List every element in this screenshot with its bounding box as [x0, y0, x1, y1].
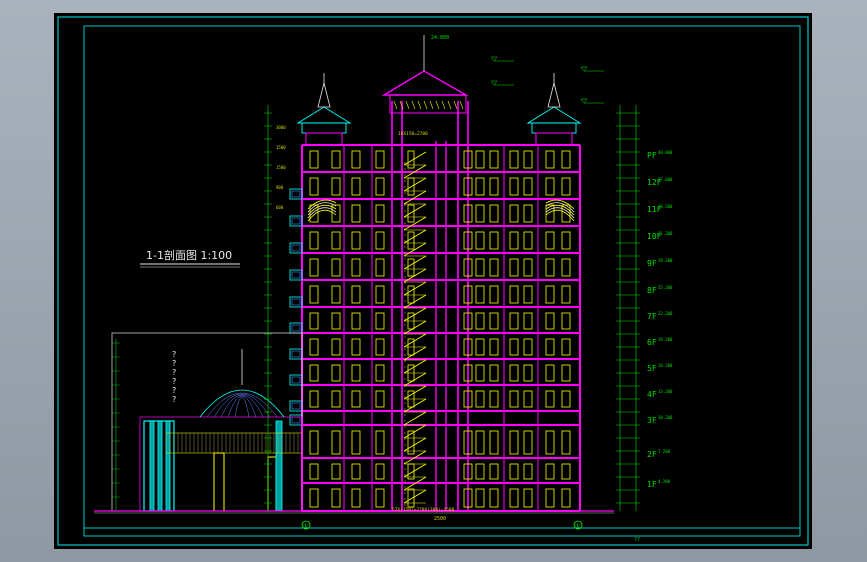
- svg-text:31.200: 31.200: [658, 231, 673, 236]
- svg-text:25.200: 25.200: [658, 285, 673, 290]
- svg-text:5F: 5F: [647, 364, 657, 373]
- scale-mark: ??: [634, 537, 640, 543]
- axis-left-label: ①: [303, 523, 308, 530]
- stair-note-bottom: 57X(150)+270X(300)=1500: [392, 507, 455, 513]
- svg-text:1F: 1F: [647, 480, 657, 489]
- annex-marks: ? ? ? ? ? ?: [172, 350, 176, 404]
- drawing-title: 1-1剖面图 1:100: [146, 248, 232, 262]
- svg-text:?: ?: [172, 359, 176, 368]
- axis-right-label: ①: [575, 523, 580, 530]
- svg-text:28.200: 28.200: [658, 258, 673, 263]
- svg-text:4.200: 4.200: [658, 479, 671, 484]
- svg-text:1500: 1500: [276, 145, 286, 150]
- svg-text:1500: 1500: [276, 165, 286, 170]
- bottom-dimension: 2500: [434, 516, 446, 522]
- svg-text:34.500: 34.500: [658, 204, 673, 209]
- svg-text:16.200: 16.200: [658, 363, 673, 368]
- svg-text:7F: 7F: [647, 312, 657, 321]
- svg-text:3000: 3000: [276, 125, 286, 130]
- svg-text:?: ?: [172, 368, 176, 377]
- svg-text:22.200: 22.200: [658, 311, 673, 316]
- svg-text:19.200: 19.200: [658, 337, 673, 342]
- svg-text:9F: 9F: [647, 259, 657, 268]
- svg-text:13.200: 13.200: [658, 389, 673, 394]
- svg-text:?: ?: [172, 350, 176, 359]
- svg-text:PF: PF: [647, 151, 657, 160]
- svg-text:?: ?: [172, 386, 176, 395]
- roof-elevation: 24.800: [431, 35, 449, 41]
- svg-text:900: 900: [276, 185, 284, 190]
- svg-text:?: ?: [172, 377, 176, 386]
- svg-text:4F: 4F: [647, 390, 657, 399]
- section-drawing: 1-1剖面图 1:100 ① ① 2500 57X(150)+270X(300)…: [57, 16, 809, 546]
- left-dims: 3000 1500 1500 900 600: [276, 125, 286, 210]
- drawing-canvas[interactable]: 1-1剖面图 1:100 ① ① 2500 57X(150)+270X(300)…: [54, 13, 812, 549]
- building-section: [94, 35, 640, 514]
- svg-text:600: 600: [276, 205, 284, 210]
- svg-text:40.800: 40.800: [658, 150, 673, 155]
- svg-text:8F: 8F: [647, 286, 657, 295]
- stair-note-top: 18X150=2700: [398, 131, 428, 137]
- svg-text:7.200: 7.200: [658, 449, 671, 454]
- svg-text:3F: 3F: [647, 416, 657, 425]
- svg-text:10.200: 10.200: [658, 415, 673, 420]
- svg-text:?: ?: [172, 395, 176, 404]
- cad-viewport: 1-1剖面图 1:100 ① ① 2500 57X(150)+270X(300)…: [0, 0, 867, 562]
- svg-text:2F: 2F: [647, 450, 657, 459]
- svg-text:6F: 6F: [647, 338, 657, 347]
- svg-text:37.600: 37.600: [658, 177, 673, 182]
- floor-labels: PF 12F 11F 10F 9F 8F 7F 6F 5F 4F 3F 2F 1…: [647, 150, 673, 489]
